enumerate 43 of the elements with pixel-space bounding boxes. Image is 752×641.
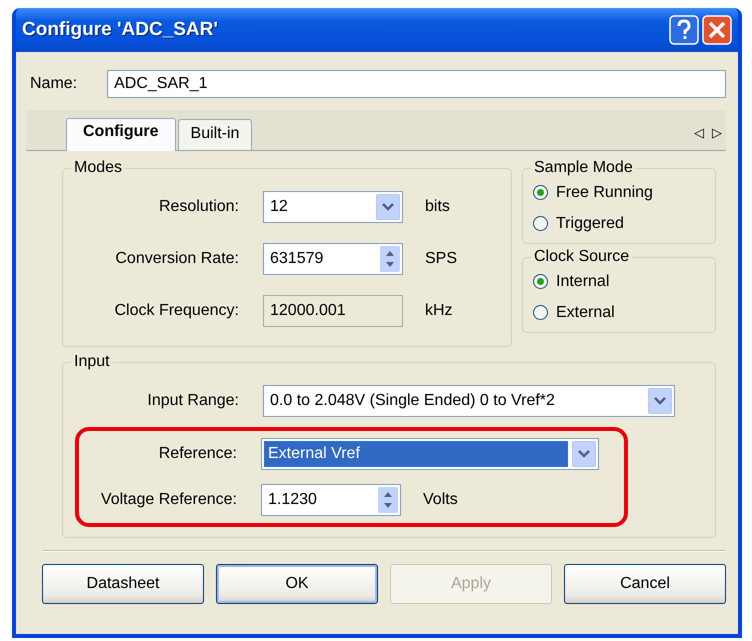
group-title: Sample Mode — [533, 159, 634, 177]
radio-button[interactable] — [533, 216, 548, 231]
radio-label: Internal — [556, 272, 610, 290]
group-title: Clock Source — [533, 248, 630, 266]
dialog-button[interactable]: OK — [216, 564, 378, 604]
radio-label: External — [556, 304, 615, 322]
tab-scroll-right[interactable]: ▷ — [708, 125, 726, 150]
close-icon[interactable] — [702, 15, 732, 45]
name-label: Name: — [30, 75, 78, 93]
unit-label: SPS — [425, 250, 458, 268]
tab-scroll-left[interactable]: ◁ — [690, 125, 708, 150]
radio-label: Triggered — [556, 214, 624, 232]
tab[interactable]: Built-in — [178, 119, 252, 150]
dropdown[interactable]: External Vref — [261, 438, 599, 470]
chevron-down-icon — [577, 449, 591, 459]
unit-label: Volts — [423, 491, 458, 509]
radio-button[interactable] — [533, 274, 548, 289]
field-label: Input Range: — [146, 392, 240, 410]
readonly-field: 12000.001 — [263, 295, 403, 327]
group-title: Modes — [73, 159, 124, 177]
help-icon[interactable] — [669, 15, 699, 45]
spin-field[interactable]: 631579 — [263, 243, 403, 275]
tab[interactable]: Configure — [66, 118, 176, 151]
unit-label: kHz — [425, 302, 453, 320]
dropdown[interactable]: 0.0 to 2.048V (Single Ended) 0 to Vref*2 — [263, 385, 675, 417]
field-label: Reference: — [158, 445, 238, 463]
field-label: Resolution: — [158, 198, 240, 216]
field-label: Voltage Reference: — [100, 491, 238, 509]
dialog-button[interactable]: Cancel — [564, 564, 726, 604]
chevron-down-icon — [381, 202, 395, 212]
group-title: Input — [73, 353, 111, 371]
unit-label: bits — [425, 198, 450, 216]
name-field[interactable]: ADC_SAR_1 — [107, 70, 726, 98]
radio-button[interactable] — [533, 305, 548, 320]
chevron-down-icon — [653, 396, 667, 406]
dialog-button[interactable]: Datasheet — [42, 564, 204, 604]
spin-field[interactable]: 1.1230 — [261, 484, 401, 516]
field-label: Conversion Rate: — [114, 250, 240, 268]
radio-label: Free Running — [556, 184, 653, 202]
dropdown[interactable]: 12 — [263, 191, 403, 223]
field-label: Clock Frequency: — [114, 302, 240, 320]
window-title: Configure 'ADC_SAR' — [22, 19, 219, 41]
radio-button[interactable] — [533, 185, 548, 200]
